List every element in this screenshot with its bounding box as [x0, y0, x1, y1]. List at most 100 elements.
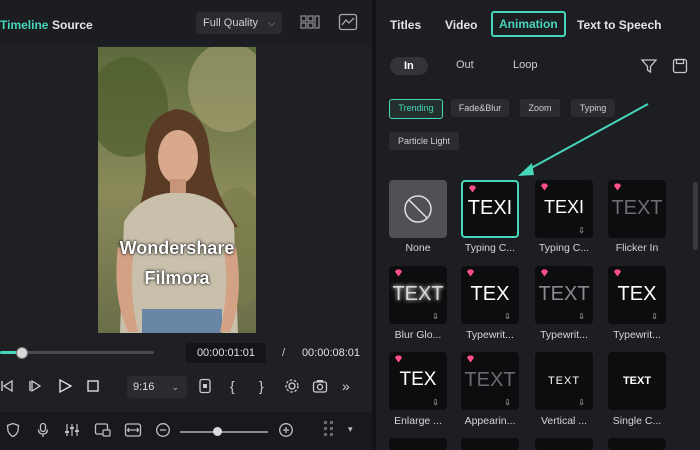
tab-video[interactable]: Video: [445, 18, 477, 32]
animation-tile-appearing[interactable]: TEXT ⇩: [461, 352, 519, 410]
animation-tile-typewriter-2[interactable]: TEXT ⇩: [535, 266, 593, 324]
grid-scrollbar[interactable]: [693, 182, 698, 250]
download-icon: ⇩: [432, 398, 439, 407]
animation-tile-flicker-in[interactable]: TEXT: [608, 180, 666, 238]
drag-handle-icon[interactable]: [322, 419, 336, 444]
subtab-loop[interactable]: Loop: [513, 59, 537, 71]
animation-tile-typewriter-3[interactable]: TEX ⇩: [608, 266, 666, 324]
animation-tile[interactable]: [389, 438, 447, 450]
category-fade-blur[interactable]: Fade&Blur: [451, 99, 509, 117]
subtab-out[interactable]: Out: [456, 59, 474, 71]
animation-label: Typing C...: [538, 242, 590, 254]
fit-width-icon[interactable]: [124, 422, 142, 441]
play-icon[interactable]: [58, 378, 73, 397]
quality-value: Full Quality: [203, 17, 259, 29]
no-effect-icon: [404, 195, 432, 223]
next-frame-icon[interactable]: [28, 378, 42, 397]
tab-animation[interactable]: Animation: [491, 11, 566, 37]
category-trending[interactable]: Trending: [389, 99, 443, 119]
tab-titles[interactable]: Titles: [390, 18, 421, 32]
premium-gem-icon: [613, 183, 622, 191]
animation-preview-text: TEX: [399, 369, 437, 390]
zoom-slider[interactable]: [180, 431, 268, 433]
title-overlay[interactable]: Wondershare Filmora: [98, 233, 256, 293]
animation-tile-vertical[interactable]: TEXT ⇩: [535, 352, 593, 410]
premium-gem-icon: [394, 355, 403, 363]
time-separator: /: [282, 347, 286, 359]
grid-view-icon[interactable]: [300, 14, 320, 33]
tab-text-to-speech[interactable]: Text to Speech: [577, 18, 661, 32]
category-particle-light[interactable]: Particle Light: [389, 132, 459, 150]
chevron-down-icon[interactable]: ▾: [348, 424, 353, 435]
overlay-line-2: Filmora: [144, 268, 210, 288]
animation-label: Enlarge ...: [394, 415, 442, 427]
safe-zone-icon[interactable]: [198, 378, 212, 397]
premium-gem-icon: [466, 355, 475, 363]
microphone-icon[interactable]: [36, 422, 50, 441]
animation-tile[interactable]: [535, 438, 593, 450]
premium-gem-icon: [466, 269, 475, 277]
pip-icon[interactable]: [94, 422, 112, 441]
mark-in-icon[interactable]: {: [230, 378, 235, 394]
download-icon: ⇩: [578, 226, 585, 235]
animation-label: Typewrit...: [540, 329, 588, 341]
download-icon: ⇩: [432, 312, 439, 321]
animation-preview-text: TEXT: [547, 375, 581, 387]
animation-preview-text: TEXT: [538, 283, 590, 305]
download-icon: ⇩: [651, 312, 658, 321]
animation-tile-typewriter-1[interactable]: TEX ⇩: [461, 266, 519, 324]
animation-tile[interactable]: [461, 438, 519, 450]
subtab-in[interactable]: In: [390, 57, 428, 75]
total-time: 00:00:08:01: [301, 347, 361, 359]
settings-icon[interactable]: [284, 378, 300, 397]
premium-gem-icon: [540, 269, 549, 277]
audio-mixer-icon[interactable]: [64, 422, 80, 441]
download-icon: ⇩: [578, 398, 585, 407]
previous-frame-icon[interactable]: [0, 378, 14, 397]
animation-tile-single-char[interactable]: TEXT: [608, 352, 666, 410]
quality-dropdown[interactable]: Full Quality ⌵: [196, 12, 282, 34]
animation-preview-text: TEXT: [611, 197, 663, 219]
mark-out-icon[interactable]: }: [259, 378, 264, 394]
aspect-ratio-dropdown[interactable]: 9:16 ⌄: [127, 376, 187, 398]
animation-tile-none[interactable]: [389, 180, 447, 238]
zoom-in-icon[interactable]: [278, 422, 294, 441]
callout-arrow: [518, 103, 649, 176]
download-icon: ⇩: [504, 398, 511, 407]
animation-label: Single C...: [612, 415, 662, 427]
animation-label: Blur Glo...: [394, 329, 442, 341]
animation-preview-text: TEXT: [464, 369, 516, 391]
overlay-line-1: Wondershare: [119, 238, 235, 258]
shield-icon[interactable]: [6, 422, 20, 441]
animation-tile-typing-1[interactable]: TEXI: [461, 180, 519, 238]
zoom-out-icon[interactable]: [155, 422, 171, 441]
animation-label: Typewrit...: [613, 329, 661, 341]
filter-icon[interactable]: [640, 57, 658, 80]
more-chevron-icon[interactable]: »: [342, 378, 350, 394]
waveform-icon[interactable]: [338, 13, 358, 34]
animation-label: Appearin...: [464, 415, 516, 427]
current-time: 00:00:01:01: [186, 343, 266, 363]
animation-preview-text: TEXT: [622, 375, 652, 387]
chevron-down-icon: ⌵: [268, 18, 275, 28]
snapshot-icon[interactable]: [312, 378, 328, 397]
download-icon: ⇩: [578, 312, 585, 321]
video-preview[interactable]: Wondershare Filmora: [98, 47, 256, 333]
aspect-ratio-value: 9:16: [133, 381, 155, 393]
premium-gem-icon: [540, 183, 549, 191]
animation-tile[interactable]: [608, 438, 666, 450]
tab-timeline[interactable]: Timeline: [0, 18, 48, 32]
premium-gem-icon: [468, 185, 477, 193]
tab-source[interactable]: Source: [52, 18, 93, 32]
save-preset-icon[interactable]: [672, 58, 688, 79]
animation-label: Typing C...: [464, 242, 516, 254]
premium-gem-icon: [613, 269, 622, 277]
animation-tile-enlarge[interactable]: TEX ⇩: [389, 352, 447, 410]
stop-icon[interactable]: [86, 378, 100, 397]
premium-gem-icon: [394, 269, 403, 277]
animation-tile-typing-2[interactable]: TEXI ⇩: [535, 180, 593, 238]
animation-preview-text: TEXT: [392, 283, 444, 305]
animation-tile-blur-glow[interactable]: TEXT ⇩: [389, 266, 447, 324]
animation-preview-text: TEX: [470, 283, 510, 305]
animation-preview-text: TEXI: [467, 197, 513, 219]
